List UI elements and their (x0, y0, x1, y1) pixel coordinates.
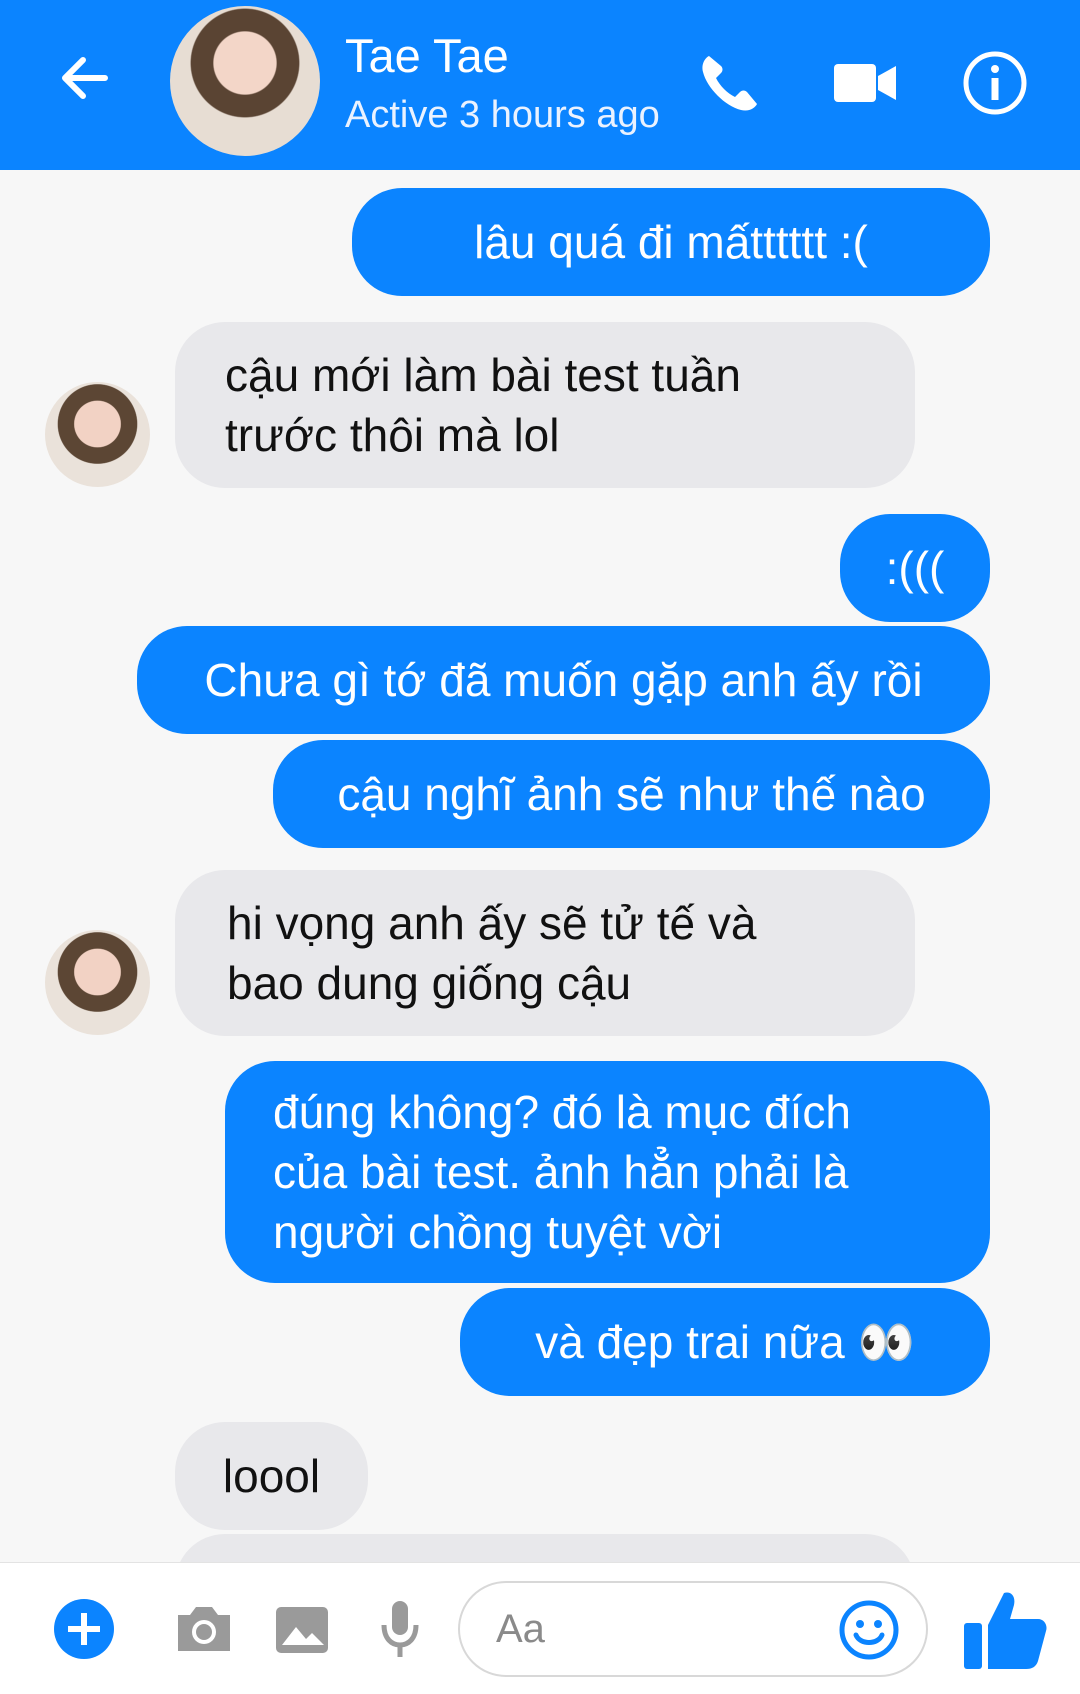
video-camera-icon[interactable] (830, 48, 900, 118)
contact-name[interactable]: Tae Tae (345, 28, 509, 83)
phone-icon[interactable] (695, 48, 765, 118)
message-text: :((( (885, 542, 945, 594)
camera-icon[interactable] (170, 1595, 238, 1663)
message-line: đúng không? đó là mục đích (273, 1086, 851, 1138)
message-bubble-outgoing[interactable]: Chưa gì tớ đã muốn gặp anh ấy rồi (137, 626, 990, 734)
message-line: trước thôi mà lol (225, 409, 560, 461)
back-arrow-icon[interactable] (55, 48, 115, 108)
message-text: và đẹp trai nữa 👀 (535, 1316, 915, 1368)
message-bubble-outgoing[interactable]: và đẹp trai nữa 👀 (460, 1288, 990, 1396)
message-line: bao dung giống cậu (227, 957, 632, 1009)
message-line: của bài test. ảnh hẳn phải là (273, 1146, 849, 1198)
plus-icon[interactable] (50, 1595, 118, 1663)
message-line: cậu mới làm bài test tuần (225, 349, 741, 401)
conversation-header: Tae Tae Active 3 hours ago (0, 0, 1080, 170)
message-bubble-incoming-partial[interactable] (175, 1534, 915, 1562)
message-text: lâu quá đi mấtttttt :( (474, 216, 868, 268)
message-bubble-incoming[interactable]: loool (175, 1422, 368, 1530)
message-list[interactable]: lâu quá đi mấtttttt :( cậu mới làm bài t… (0, 170, 1080, 1562)
microphone-icon[interactable] (366, 1595, 434, 1663)
message-line: người chồng tuyệt vời (273, 1206, 723, 1258)
message-composer (0, 1562, 1080, 1694)
message-bubble-outgoing[interactable]: đúng không? đó là mục đích của bài test.… (225, 1061, 990, 1283)
thumbs-up-icon[interactable] (960, 1585, 1050, 1675)
info-icon[interactable] (960, 48, 1030, 118)
contact-avatar-small[interactable] (45, 930, 150, 1035)
message-text: cậu nghĩ ảnh sẽ như thế nào (337, 768, 926, 820)
message-bubble-outgoing[interactable]: :((( (840, 514, 990, 622)
contact-avatar-small[interactable] (45, 382, 150, 487)
contact-status: Active 3 hours ago (345, 94, 660, 136)
message-bubble-outgoing[interactable]: lâu quá đi mấtttttt :( (352, 188, 990, 296)
message-bubble-outgoing[interactable]: cậu nghĩ ảnh sẽ như thế nào (273, 740, 990, 848)
contact-avatar[interactable] (170, 6, 320, 156)
emoji-icon[interactable] (838, 1599, 900, 1661)
message-text: loool (222, 1450, 321, 1502)
message-text: Chưa gì tớ đã muốn gặp anh ấy rồi (204, 654, 923, 706)
message-line: hi vọng anh ấy sẽ tử tế và (227, 897, 757, 949)
message-bubble-incoming[interactable]: cậu mới làm bài test tuần trước thôi mà … (175, 322, 915, 488)
message-bubble-incoming[interactable]: hi vọng anh ấy sẽ tử tế và bao dung giốn… (175, 870, 915, 1036)
image-icon[interactable] (268, 1595, 336, 1663)
